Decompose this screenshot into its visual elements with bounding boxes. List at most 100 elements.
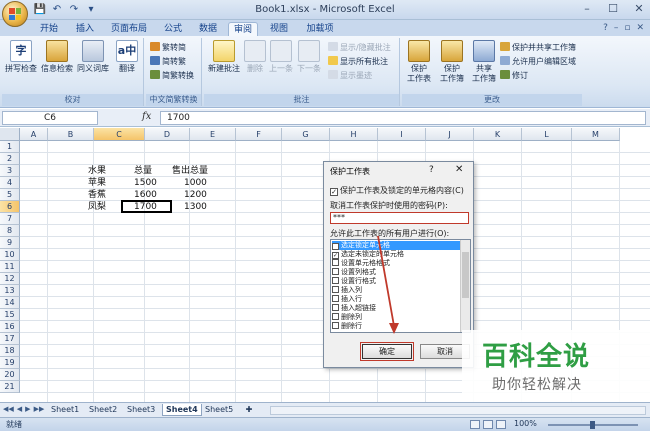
delete-comment-button[interactable]: 删除 [244, 40, 266, 74]
row-header-20[interactable]: 20 [0, 369, 20, 381]
checkbox-checked-icon[interactable]: ✓ [332, 252, 339, 259]
translate-button[interactable]: a中 翻译 [112, 40, 142, 74]
checkbox-unchecked-icon[interactable] [332, 322, 339, 329]
show-all-comments-button[interactable]: 显示所有批注 [328, 56, 388, 67]
tab-view[interactable]: 视图 [266, 22, 292, 36]
page-layout-view-icon[interactable] [483, 420, 493, 429]
checkbox-unchecked-icon[interactable] [332, 277, 339, 284]
sheet-tab-5[interactable]: Sheet5 [202, 404, 236, 416]
share-workbook-button[interactable]: 共享 工作簿 [470, 40, 498, 84]
row-header-14[interactable]: 14 [0, 297, 20, 309]
last-sheet-icon[interactable]: ▶▶ [34, 405, 45, 413]
row-header-16[interactable]: 16 [0, 321, 20, 333]
checkbox-unchecked-icon[interactable] [332, 268, 339, 275]
cell-D5[interactable]: 1000 [184, 177, 207, 189]
new-comment-button[interactable]: 新建批注 [206, 40, 242, 74]
cell-C5[interactable]: 1500 [134, 177, 157, 189]
dialog-close-icon[interactable]: ✕ [455, 164, 463, 175]
protect-sheet-button[interactable]: 保护 工作表 [404, 40, 434, 84]
row-header-12[interactable]: 12 [0, 273, 20, 285]
first-sheet-icon[interactable]: ◀◀ [3, 405, 14, 413]
dialog-help-icon[interactable]: ? [429, 165, 434, 175]
prev-sheet-icon[interactable]: ◀ [17, 405, 22, 413]
sheet-tab-1[interactable]: Sheet1 [48, 404, 82, 416]
horizontal-scrollbar[interactable] [270, 406, 646, 415]
cell-B4[interactable]: 水果 [88, 165, 106, 177]
protect-workbook-button[interactable]: 保护 工作簿 [436, 40, 468, 84]
column-header-M[interactable]: M [572, 128, 620, 141]
cell-D4[interactable]: 售出总量 [172, 165, 208, 177]
name-box[interactable]: C6 [2, 111, 98, 125]
tab-review[interactable]: 审阅 [228, 22, 258, 36]
tab-insert[interactable]: 插入 [72, 22, 98, 36]
row-header-9[interactable]: 9 [0, 237, 20, 249]
column-header-F[interactable]: F [236, 128, 282, 141]
zoom-slider-thumb[interactable] [590, 421, 595, 429]
row-header-6[interactable]: 6 [0, 201, 20, 213]
column-header-C[interactable]: C [94, 128, 145, 141]
cell-D7[interactable]: 1300 [184, 201, 207, 213]
convert-button[interactable]: 简繁转换 [150, 70, 194, 81]
tab-formulas[interactable]: 公式 [160, 22, 186, 36]
column-header-G[interactable]: G [282, 128, 330, 141]
column-header-J[interactable]: J [426, 128, 474, 141]
allow-edit-ranges-button[interactable]: 允许用户编辑区域 [500, 56, 576, 67]
select-all-corner[interactable] [0, 128, 20, 141]
column-header-K[interactable]: K [474, 128, 522, 141]
minimize-button[interactable]: – [580, 2, 594, 15]
checkbox-unchecked-icon[interactable] [332, 313, 339, 320]
column-header-A[interactable]: A [20, 128, 48, 141]
previous-comment-button[interactable]: 上一条 [268, 40, 294, 74]
cell-B7[interactable]: 凤梨 [88, 201, 106, 213]
column-header-D[interactable]: D [145, 128, 190, 141]
to-simplified-button[interactable]: 繁转简 [150, 42, 186, 53]
row-header-7[interactable]: 7 [0, 213, 20, 225]
column-header-B[interactable]: B [48, 128, 94, 141]
row-header-17[interactable]: 17 [0, 333, 20, 345]
checkbox-unchecked-icon[interactable] [332, 304, 339, 311]
scrollbar-thumb[interactable] [462, 252, 469, 298]
tab-home[interactable]: 开始 [36, 22, 62, 36]
ribbon-restore-button[interactable]: ▫ [624, 23, 630, 33]
close-button[interactable]: ✕ [632, 2, 646, 15]
ribbon-minimize-button[interactable]: – [614, 23, 619, 33]
normal-view-icon[interactable] [470, 420, 480, 429]
sheet-tab-4[interactable]: Sheet4 [162, 404, 202, 416]
protect-contents-checkbox[interactable]: ✓ 保护工作表及锁定的单元格内容(C) [330, 185, 464, 196]
track-changes-button[interactable]: 修订 [500, 70, 528, 81]
row-header-5[interactable]: 5 [0, 189, 20, 201]
show-ink-button[interactable]: 显示墨迹 [328, 70, 372, 81]
tab-page-layout[interactable]: 页面布局 [108, 22, 150, 36]
insert-sheet-icon[interactable]: ✚ [242, 404, 256, 416]
row-header-3[interactable]: 3 [0, 165, 20, 177]
column-header-H[interactable]: H [330, 128, 378, 141]
research-button[interactable]: 信息检索 [40, 40, 74, 74]
sheet-tab-3[interactable]: Sheet3 [124, 404, 158, 416]
insert-function-icon[interactable]: fx [142, 111, 151, 122]
row-header-4[interactable]: 4 [0, 177, 20, 189]
row-header-8[interactable]: 8 [0, 225, 20, 237]
ribbon-close-button[interactable]: ✕ [636, 23, 644, 33]
cell-B6[interactable]: 香蕉 [88, 189, 106, 201]
row-header-15[interactable]: 15 [0, 309, 20, 321]
page-break-view-icon[interactable] [496, 420, 506, 429]
formula-input[interactable]: 1700 [160, 111, 646, 125]
sheet-tab-2[interactable]: Sheet2 [86, 404, 120, 416]
thesaurus-button[interactable]: 同义词库 [76, 40, 110, 74]
row-header-1[interactable]: 1 [0, 141, 20, 153]
column-header-E[interactable]: E [190, 128, 236, 141]
permission-list-scrollbar[interactable] [460, 240, 470, 332]
office-button[interactable] [2, 1, 28, 27]
column-header-I[interactable]: I [378, 128, 426, 141]
tab-data[interactable]: 数据 [195, 22, 221, 36]
cell-B5[interactable]: 苹果 [88, 177, 106, 189]
row-header-21[interactable]: 21 [0, 381, 20, 393]
show-hide-comment-button[interactable]: 显示/隐藏批注 [328, 42, 391, 53]
tab-addins[interactable]: 加载项 [302, 22, 338, 36]
cell-D6[interactable]: 1200 [184, 189, 207, 201]
spelling-button[interactable]: 字 拼写检查 [4, 40, 38, 74]
checkbox-checked-icon[interactable]: ✓ [332, 243, 339, 250]
help-icon[interactable]: ? [603, 23, 608, 33]
maximize-button[interactable]: ☐ [606, 2, 620, 15]
column-header-L[interactable]: L [522, 128, 572, 141]
